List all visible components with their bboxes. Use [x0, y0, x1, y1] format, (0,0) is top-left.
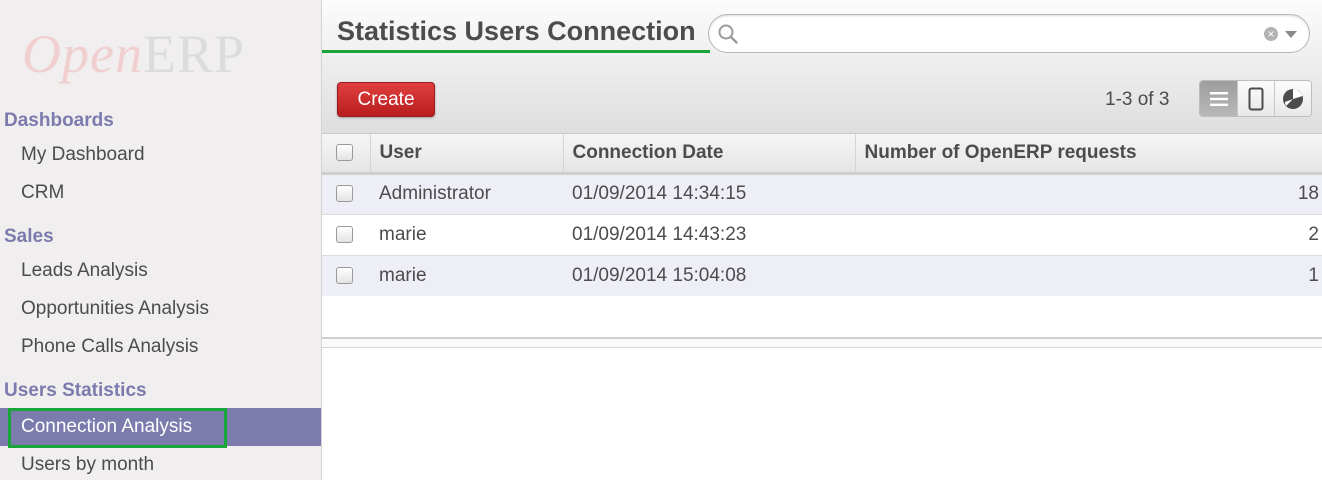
pager-value[interactable]: 1-3 of 3	[1105, 89, 1169, 111]
column-header-requests[interactable]: Number of OpenERP requests	[854, 134, 1322, 175]
search-input[interactable]	[743, 21, 1243, 47]
cell-requests: 18	[855, 172, 1322, 214]
view-switcher	[1199, 80, 1312, 117]
cell-requests: 2	[855, 213, 1322, 255]
form-view-icon	[1248, 87, 1264, 110]
logo-open-text: Open	[22, 24, 143, 84]
cell-user: Administrator	[370, 172, 563, 214]
sidebar-item-opportunities-analysis[interactable]: Opportunities Analysis	[0, 290, 321, 328]
row-checkbox[interactable]	[336, 185, 353, 203]
list-view-button[interactable]	[1200, 81, 1237, 116]
sidebar-item-connection-analysis[interactable]: Connection Analysis	[0, 408, 321, 446]
app-window: OpenERP Dashboards My Dashboard CRM Sale…	[0, 0, 1322, 480]
row-checkbox[interactable]	[336, 225, 353, 243]
row-select-cell	[322, 213, 370, 255]
logo-erp-text: ERP	[142, 24, 246, 84]
sidebar-item-users-by-month[interactable]: Users by month	[0, 446, 321, 480]
select-all-cell	[322, 134, 370, 175]
column-header-connection-date[interactable]: Connection Date	[562, 134, 855, 175]
row-select-cell	[322, 254, 370, 296]
sidebar-item-crm[interactable]: CRM	[0, 174, 321, 212]
select-all-checkbox[interactable]	[336, 144, 353, 162]
cell-connection-date: 01/09/2014 14:34:15	[563, 172, 855, 214]
cell-user: marie	[370, 254, 563, 296]
table-row[interactable]: Administrator 01/09/2014 14:34:15 18	[322, 172, 1322, 214]
sidebar-section-sales: Sales	[4, 226, 54, 247]
sidebar: OpenERP Dashboards My Dashboard CRM Sale…	[0, 0, 322, 480]
records-table: User Connection Date Number of OpenERP r…	[322, 134, 1322, 296]
list-view: User Connection Date Number of OpenERP r…	[322, 134, 1322, 296]
graph-view-icon	[1283, 88, 1303, 109]
search-icon	[718, 24, 738, 44]
search-box[interactable]: ×	[708, 14, 1310, 53]
row-select-cell	[322, 172, 370, 214]
cell-connection-date: 01/09/2014 14:43:23	[563, 213, 855, 255]
table-header-row: User Connection Date Number of OpenERP r…	[322, 134, 1322, 175]
sidebar-item-leads-analysis[interactable]: Leads Analysis	[0, 252, 321, 290]
sidebar-item-phone-calls-analysis[interactable]: Phone Calls Analysis	[0, 328, 321, 366]
table-row[interactable]: marie 01/09/2014 15:04:08 1	[322, 254, 1322, 296]
cell-requests: 1	[855, 254, 1322, 296]
clear-search-icon[interactable]: ×	[1264, 27, 1278, 41]
control-panel: Statistics Users Connection × Create 1-3…	[322, 0, 1322, 134]
sidebar-section-users-statistics: Users Statistics	[4, 380, 147, 401]
openerp-logo[interactable]: OpenERP	[22, 24, 245, 84]
form-view-button[interactable]	[1237, 81, 1274, 116]
table-row[interactable]: marie 01/09/2014 14:43:23 2	[322, 213, 1322, 255]
sidebar-item-my-dashboard[interactable]: My Dashboard	[0, 136, 321, 174]
cell-user: marie	[370, 213, 563, 255]
cell-connection-date: 01/09/2014 15:04:08	[563, 254, 855, 296]
column-header-user[interactable]: User	[369, 134, 563, 175]
search-options-dropdown-icon[interactable]	[1285, 31, 1297, 38]
list-view-icon	[1209, 91, 1228, 106]
create-button[interactable]: Create	[337, 82, 435, 117]
graph-view-button[interactable]	[1274, 81, 1311, 116]
row-checkbox[interactable]	[336, 267, 353, 285]
page-title: Statistics Users Connection	[337, 16, 696, 46]
sidebar-section-dashboards: Dashboards	[4, 110, 114, 131]
title-highlight-underline	[322, 50, 710, 53]
table-footer-divider	[322, 337, 1322, 348]
